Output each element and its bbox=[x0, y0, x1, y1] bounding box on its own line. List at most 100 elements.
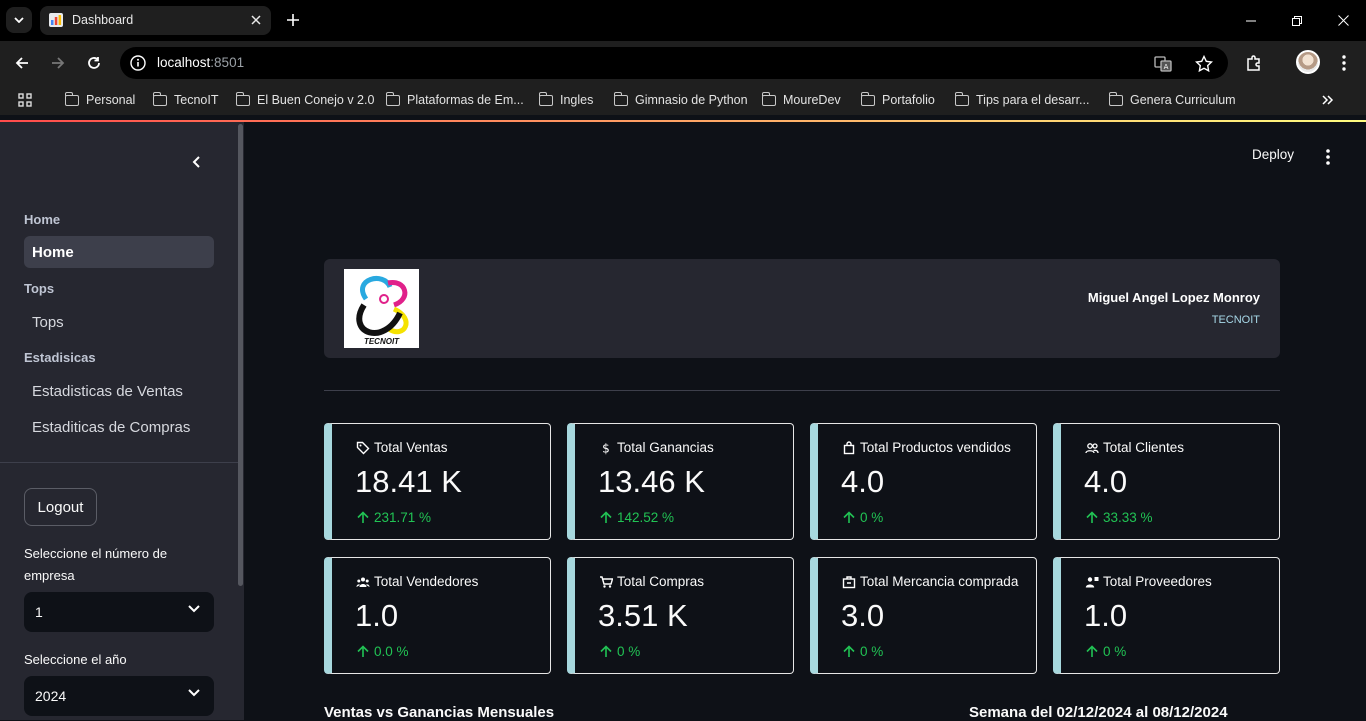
metric-label: Total Mercancia comprada bbox=[860, 574, 1019, 589]
bookmark-star-icon[interactable] bbox=[1195, 55, 1213, 73]
metric-card: Total Vendedores 1.0 0.0 % bbox=[324, 557, 551, 674]
bookmark-item[interactable]: El Buen Conejo v 2.0 bbox=[235, 91, 375, 109]
metric-delta: 0 % bbox=[843, 644, 883, 659]
tab-search-button[interactable] bbox=[6, 7, 32, 33]
sidebar: Home Home Tops Tops Estadisicas Estadist… bbox=[0, 122, 244, 720]
cart-icon bbox=[600, 575, 613, 588]
box-icon bbox=[842, 575, 856, 588]
metric-card: Total Ventas 18.41 K 231.71 % bbox=[324, 423, 551, 540]
reload-icon[interactable] bbox=[82, 51, 106, 75]
metric-card: Total Productos vendidos 4.0 0 % bbox=[810, 423, 1037, 540]
tecnoit-logo-icon bbox=[356, 276, 409, 336]
sidebar-divider bbox=[0, 462, 238, 463]
profile-avatar[interactable] bbox=[1296, 50, 1320, 74]
bookmark-item[interactable]: TecnoIT bbox=[152, 91, 219, 109]
metric-label: Total Vendedores bbox=[374, 574, 479, 589]
address-bar[interactable]: localhost:8501 A bbox=[120, 47, 1228, 79]
window-close-icon[interactable] bbox=[1320, 0, 1366, 41]
arrow-up-icon bbox=[357, 511, 369, 523]
metric-card: Total Proveedores 1.0 0 % bbox=[1053, 557, 1280, 674]
metric-value: 18.41 K bbox=[355, 464, 462, 499]
metric-delta: 0.0 % bbox=[357, 644, 409, 659]
app-menu-kebab-icon[interactable] bbox=[1320, 148, 1336, 166]
tag-icon bbox=[356, 441, 370, 454]
browser-tab-dashboard[interactable]: Dashboard bbox=[40, 6, 271, 35]
folder-icon bbox=[235, 91, 250, 106]
supplier-icon bbox=[1085, 576, 1099, 587]
main-divider bbox=[324, 390, 1280, 391]
nav-section-tops: Tops bbox=[24, 281, 55, 296]
bookmark-item[interactable]: MoureDev bbox=[761, 91, 841, 109]
collapse-sidebar-chevron-icon[interactable] bbox=[186, 152, 206, 172]
restore-icon[interactable] bbox=[1274, 0, 1320, 41]
metric-label-row: Total Mercancia comprada bbox=[842, 574, 1018, 589]
bookmark-label: TecnoIT bbox=[174, 93, 219, 107]
arrow-up-icon bbox=[600, 511, 612, 523]
group-icon bbox=[356, 577, 370, 587]
folder-icon bbox=[152, 91, 167, 106]
arrow-up-icon bbox=[1086, 645, 1098, 657]
translate-icon[interactable]: A bbox=[1154, 55, 1172, 73]
metric-label: Total Proveedores bbox=[1103, 574, 1212, 589]
bookmark-label: Portafolio bbox=[882, 93, 935, 107]
sidebar-item-tops[interactable]: Tops bbox=[24, 306, 214, 338]
sidebar-item-home[interactable]: Home bbox=[24, 236, 214, 268]
bookmark-item[interactable]: Gimnasio de Python bbox=[613, 91, 748, 109]
apps-grid-icon[interactable] bbox=[18, 91, 32, 109]
metric-delta: 33.33 % bbox=[1086, 510, 1153, 525]
sidebar-item-estadisticas-compras[interactable]: Estaditicas de Compras bbox=[24, 411, 214, 443]
metric-card: Total Mercancia comprada 3.0 0 % bbox=[810, 557, 1037, 674]
sidebar-scrollbar[interactable] bbox=[238, 124, 243, 586]
metric-label: Total Ventas bbox=[374, 440, 448, 455]
metric-delta: 0 % bbox=[1086, 644, 1126, 659]
bookmark-item[interactable]: Tips para el desarr... bbox=[954, 91, 1089, 109]
metric-delta-value: 0 % bbox=[617, 644, 641, 659]
empresa-select[interactable]: 1 bbox=[24, 592, 214, 632]
forward-arrow-icon[interactable] bbox=[46, 51, 70, 75]
metric-delta: 0 % bbox=[843, 510, 883, 525]
sidebar-item-estadisticas-ventas[interactable]: Estadisticas de Ventas bbox=[24, 375, 214, 407]
browser-menu-kebab-icon[interactable] bbox=[1333, 52, 1355, 74]
arrow-up-icon bbox=[843, 645, 855, 657]
bookmark-item[interactable]: Personal bbox=[64, 91, 135, 109]
more-bookmarks-chevron-icon[interactable] bbox=[1322, 91, 1334, 109]
bookmark-item[interactable]: Plataformas de Em... bbox=[385, 91, 524, 109]
folder-icon bbox=[64, 91, 79, 106]
tab-title: Dashboard bbox=[72, 13, 134, 27]
browser-toolbar: localhost:8501 A bbox=[0, 41, 1366, 85]
metric-label: Total Compras bbox=[617, 574, 705, 589]
bookmark-label: Ingles bbox=[560, 93, 594, 107]
extensions-puzzle-icon[interactable] bbox=[1243, 52, 1265, 74]
arrow-up-icon bbox=[1086, 511, 1098, 523]
metric-value: 3.51 K bbox=[598, 598, 688, 633]
bookmark-label: Genera Curriculum bbox=[1130, 93, 1236, 107]
bookmark-label: Gimnasio de Python bbox=[635, 93, 748, 107]
deploy-button[interactable]: Deploy bbox=[1252, 147, 1294, 162]
metric-value: 13.46 K bbox=[598, 464, 705, 499]
chevron-down-icon bbox=[188, 605, 200, 613]
bookmarks-bar: Personal TecnoIT El Buen Conejo v 2.0 Plata… bbox=[0, 85, 1366, 115]
nav-section-estadisticas: Estadisicas bbox=[24, 350, 96, 365]
bookmark-item[interactable]: Genera Curriculum bbox=[1108, 91, 1236, 109]
minimize-icon[interactable] bbox=[1228, 0, 1274, 41]
company-logo: TECNOIT bbox=[344, 269, 419, 348]
bookmark-label: El Buen Conejo v 2.0 bbox=[257, 93, 375, 107]
bookmark-item[interactable]: Portafolio bbox=[860, 91, 935, 109]
chevron-down-icon bbox=[14, 17, 24, 23]
profile-header-card: TECNOIT Miguel Angel Lopez Monroy TECNOI… bbox=[324, 259, 1280, 358]
site-info-icon[interactable] bbox=[130, 55, 146, 71]
bookmark-item[interactable]: Ingles bbox=[538, 91, 594, 109]
users-icon bbox=[1085, 442, 1099, 453]
tab-close-icon[interactable] bbox=[247, 11, 265, 29]
arrow-up-icon bbox=[843, 511, 855, 523]
metric-label-row: Total Proveedores bbox=[1085, 574, 1212, 589]
metric-delta: 142.52 % bbox=[600, 510, 674, 525]
year-select[interactable]: 2024 bbox=[24, 676, 214, 716]
year-select-label: Seleccione el año bbox=[24, 652, 127, 667]
empresa-select-label: Seleccione el número de empresa bbox=[24, 546, 168, 583]
back-arrow-icon[interactable] bbox=[10, 51, 34, 75]
new-tab-plus-icon[interactable] bbox=[281, 8, 305, 32]
arrow-up-icon bbox=[600, 645, 612, 657]
folder-icon bbox=[1108, 91, 1123, 106]
logout-button[interactable]: Logout bbox=[24, 488, 97, 526]
